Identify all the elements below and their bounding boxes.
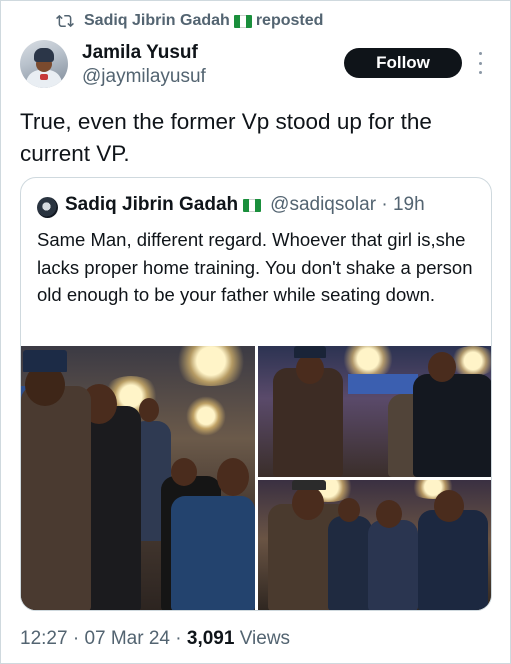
author-handle[interactable]: @jaymilayusuf xyxy=(82,66,206,88)
views-count: 3,091 xyxy=(186,628,235,649)
nigeria-flag-icon xyxy=(243,198,262,212)
views-label: Views xyxy=(239,628,291,649)
meta-separator: · xyxy=(381,194,388,215)
quoted-author-name[interactable]: Sadiq Jibrin Gadah xyxy=(65,194,238,216)
follow-button[interactable]: Follow xyxy=(344,48,462,78)
quoted-author-avatar[interactable] xyxy=(37,197,58,218)
repost-icon xyxy=(56,12,74,30)
repost-user-name: Sadiq Jibrin Gadah xyxy=(84,12,230,29)
quoted-post[interactable]: Sadiq Jibrin Gadah @sadiqsolar · 19h Sam… xyxy=(20,177,492,611)
meta-separator: · xyxy=(72,628,80,649)
photo-3[interactable] xyxy=(258,480,491,610)
media-grid xyxy=(21,346,491,610)
post-date[interactable]: 07 Mar 24 xyxy=(84,628,170,649)
quoted-author-line: Sadiq Jibrin Gadah @sadiqsolar · 19h xyxy=(65,194,425,216)
nigeria-flag-icon xyxy=(233,14,252,28)
repost-header: Sadiq Jibrin Gadah reposted xyxy=(56,10,323,32)
post-time[interactable]: 12:27 xyxy=(20,628,68,649)
photo-1[interactable] xyxy=(21,346,255,610)
post-timestamp: 12:27 · 07 Mar 24 · 3,091 Views xyxy=(20,628,290,650)
quoted-author-handle[interactable]: @sadiqsolar xyxy=(270,194,376,215)
author-avatar[interactable] xyxy=(20,40,68,88)
repost-label: reposted xyxy=(255,12,324,29)
post-text: True, even the former Vp stood up for th… xyxy=(20,109,432,166)
repost-user-link[interactable]: Sadiq Jibrin Gadah reposted xyxy=(84,12,323,30)
quoted-post-time[interactable]: 19h xyxy=(393,194,425,215)
quoted-post-text: Same Man, different regard. Whoever that… xyxy=(37,229,473,305)
meta-separator: · xyxy=(175,628,182,649)
more-options-icon[interactable] xyxy=(476,52,484,74)
author-name[interactable]: Jamila Yusuf xyxy=(82,42,198,64)
photo-2[interactable] xyxy=(258,346,491,477)
